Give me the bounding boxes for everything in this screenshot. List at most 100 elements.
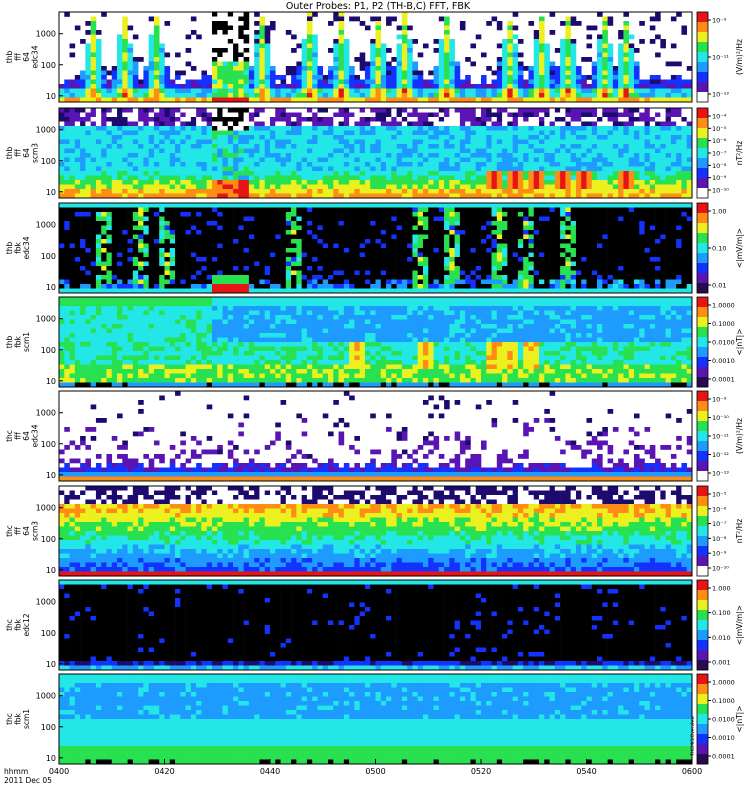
spectrogram-cell [328, 252, 334, 258]
spectrogram-cell [138, 270, 144, 276]
spectrogram-cell [539, 16, 545, 22]
spectrogram-cell [396, 153, 403, 158]
spectrogram-cell [391, 79, 397, 85]
spectrogram-cell [148, 48, 155, 53]
spectrogram-cell [143, 112, 149, 118]
spectrogram-cell [623, 148, 630, 154]
spectrogram-cell [301, 252, 308, 258]
spectrogram-cell [296, 275, 302, 280]
spectrogram-cell [565, 57, 571, 62]
spectrogram-cell [670, 43, 677, 49]
spectrogram-cell [175, 88, 181, 94]
spectrogram-cell [454, 157, 461, 163]
spectrogram-cell [359, 52, 366, 58]
spectrogram-cell [396, 139, 403, 145]
spectrogram-cell [618, 57, 624, 62]
spectrogram-cell [95, 75, 102, 80]
spectrogram-cell [117, 130, 123, 136]
spectrogram-cell [554, 108, 561, 113]
spectrogram-cell [90, 157, 97, 163]
spectrogram-cell [644, 79, 651, 85]
spectrogram-cell [90, 148, 97, 154]
spectrogram-cell [512, 48, 519, 53]
spectrogram-cell [301, 52, 308, 58]
spectrogram-cell [185, 279, 192, 285]
spectrogram-cell [138, 257, 144, 262]
spectrogram-cell [153, 216, 160, 222]
spectrogram-cell [422, 189, 429, 194]
spectrogram-cell [623, 121, 630, 127]
spectrogram-cell [301, 130, 308, 136]
spectrogram-cell [401, 144, 408, 149]
spectrogram-cell [401, 57, 408, 62]
spectrogram-cell [259, 16, 266, 22]
spectrogram-cell [101, 12, 107, 17]
spectrogram-cell [74, 148, 81, 154]
spectrogram-cell [74, 252, 81, 258]
spectrogram-cell [190, 203, 197, 208]
spectrogram-cell [575, 21, 582, 26]
spectrogram-cell [328, 48, 334, 53]
spectrogram-cell [190, 279, 197, 285]
spectrogram-cell [148, 284, 155, 289]
spectrogram-cell [254, 43, 260, 49]
spectrogram-cell [74, 225, 81, 231]
spectrogram-cell [259, 112, 266, 118]
spectrogram-cell [528, 135, 535, 140]
spectrogram-cell [639, 79, 645, 85]
spectrogram-cell [544, 70, 550, 76]
spectrogram-cell [481, 121, 487, 127]
spectrogram-cell [111, 117, 118, 122]
spectrogram-cell [159, 171, 165, 176]
spectrogram-cell [375, 21, 382, 26]
spectrogram-cell [206, 184, 213, 190]
spectrogram-cell [417, 117, 424, 122]
spectrogram-cell [175, 148, 181, 154]
spectrogram-cell [322, 144, 329, 149]
spectrogram-cell [670, 75, 677, 80]
spectrogram-cell [264, 75, 271, 80]
spectrogram-cell [264, 180, 271, 185]
spectrogram-cell [444, 93, 450, 98]
spectrogram-cell [349, 234, 355, 240]
spectrogram-cell [153, 266, 160, 271]
spectrogram-cell [333, 112, 339, 118]
spectrogram-cell [591, 171, 598, 176]
spectrogram-cell [375, 25, 382, 31]
spectrogram-cell [180, 148, 186, 154]
spectrogram-cell [370, 79, 376, 85]
spectrogram-cell [169, 175, 176, 181]
spectrogram-cell [623, 39, 630, 44]
spectrogram-cell [554, 70, 561, 76]
spectrogram-panel-2: 100010010thb fff 64 scm310⁻⁴10⁻⁵10⁻⁶10⁻⁷10⁻… [5, 107, 744, 199]
spectrogram-cell [328, 148, 334, 154]
spectrogram-cell [333, 162, 339, 167]
spectrogram-cell [586, 93, 593, 98]
spectrogram-cell [444, 61, 450, 67]
spectrogram-cell [217, 57, 223, 62]
spectrogram-cell [201, 175, 208, 181]
spectrogram-cell [117, 279, 123, 285]
spectrogram-cell [665, 112, 672, 118]
spectrogram-cell [122, 130, 128, 136]
spectrogram-cell [554, 75, 561, 80]
spectrogram-cell [306, 30, 313, 35]
spectrogram-cell [159, 79, 165, 85]
spectrogram-cell [185, 144, 192, 149]
spectrogram-cell [169, 157, 176, 163]
spectrogram-cell [649, 130, 656, 136]
spectrogram-cell [196, 175, 202, 181]
spectrogram-cell [470, 139, 477, 145]
spectrogram-cell [438, 79, 445, 85]
spectrogram-cell [106, 234, 113, 240]
spectrogram-cell [449, 144, 455, 149]
spectrogram-cell [354, 248, 360, 253]
spectrogram-cell [391, 57, 397, 62]
spectrogram-cell [264, 270, 271, 276]
spectrogram-cell [354, 234, 360, 240]
spectrogram-cell [575, 166, 582, 172]
spectrogram-cell [681, 175, 688, 181]
spectrogram-cell [312, 189, 318, 194]
spectrogram-cell [449, 180, 455, 185]
spectrogram-cell [681, 139, 688, 145]
